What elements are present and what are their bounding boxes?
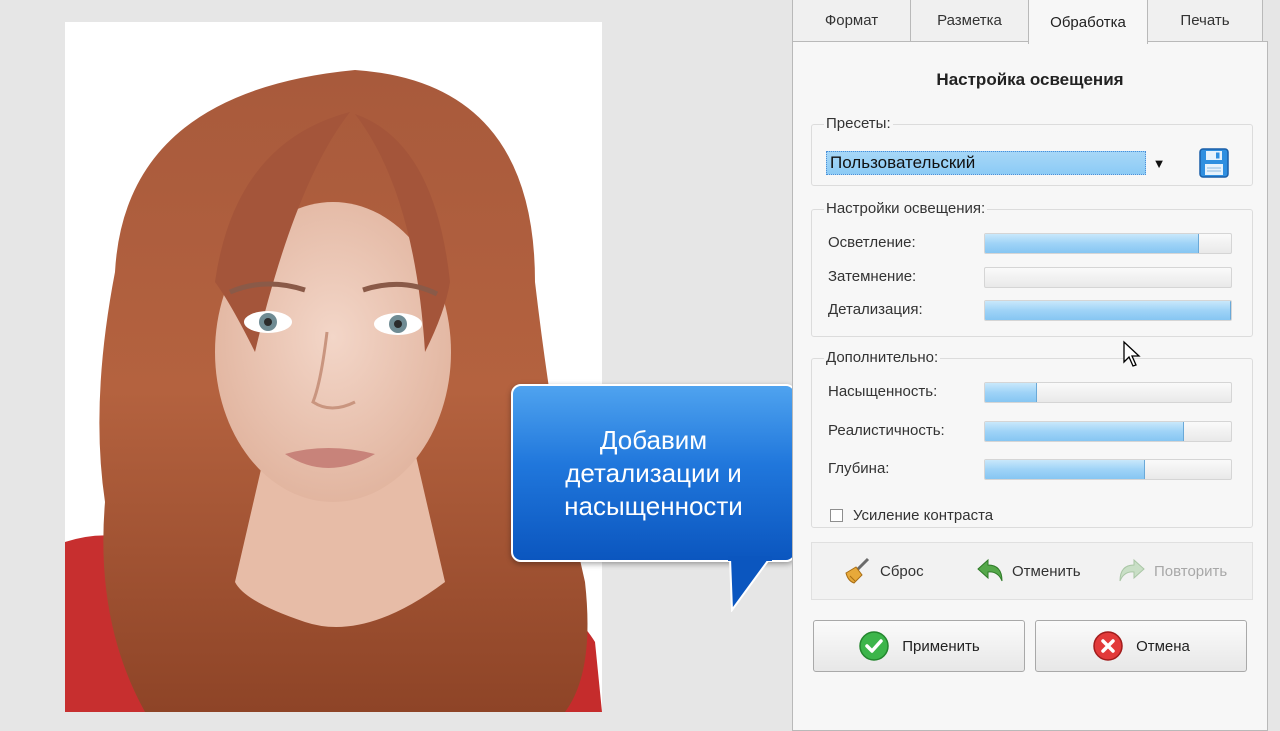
- tab-label: Формат: [824, 12, 879, 29]
- slider-track[interactable]: [984, 267, 1232, 288]
- slider-track[interactable]: [984, 300, 1232, 321]
- tip-callout: Добавим детализации и насыщенности: [511, 384, 796, 562]
- slider-label: Затемнение:: [828, 268, 917, 285]
- mouse-cursor-icon: [1123, 340, 1141, 367]
- tab-bar: Формат Разметка Обработка Печать: [792, 0, 1280, 44]
- slider-track[interactable]: [984, 421, 1232, 442]
- undo-button[interactable]: Отменить: [974, 557, 1081, 585]
- tab-print[interactable]: Печать: [1147, 0, 1263, 42]
- slider-track[interactable]: [984, 459, 1232, 480]
- tab-label: Обработка: [1050, 13, 1126, 31]
- close-icon: [1093, 631, 1123, 661]
- slider-fill: [985, 460, 1145, 479]
- slider-label: Детализация:: [828, 301, 923, 318]
- slider-label: Реалистичность:: [828, 422, 945, 439]
- slider-track[interactable]: [984, 233, 1232, 254]
- callout-tail: [728, 556, 772, 612]
- history-toolbar: Сброс Отменить Повторить: [811, 542, 1253, 600]
- contrast-boost-option[interactable]: Усиление контраста: [830, 507, 993, 524]
- preset-selected-value: Пользовательский: [826, 151, 1146, 175]
- extra-settings-label: Дополнительно:: [824, 349, 941, 366]
- chevron-down-icon[interactable]: ▼: [1146, 156, 1172, 171]
- redo-button[interactable]: Повторить: [1116, 557, 1227, 585]
- slider-fill: [985, 234, 1200, 253]
- reset-button[interactable]: Сброс: [842, 557, 924, 585]
- preset-dropdown[interactable]: Пользовательский ▼: [826, 149, 1174, 177]
- slider-label: Осветление:: [828, 234, 916, 251]
- cancel-label: Отмена: [1136, 637, 1190, 655]
- tab-processing[interactable]: Обработка: [1028, 0, 1148, 44]
- apply-button[interactable]: Применить: [813, 620, 1025, 672]
- slider-brighten[interactable]: Осветление:: [828, 232, 1252, 256]
- cancel-button[interactable]: Отмена: [1035, 620, 1247, 672]
- slider-detail[interactable]: Детализация:: [828, 299, 1252, 323]
- presets-group: Пресеты: Пользовательский ▼: [811, 115, 1253, 186]
- lighting-settings-group: Настройки освещения: Осветление: Затемне…: [811, 200, 1253, 337]
- tab-label: Разметка: [937, 12, 1002, 29]
- redo-label: Повторить: [1154, 562, 1228, 580]
- slider-track[interactable]: [984, 382, 1232, 403]
- slider-realism[interactable]: Реалистичность:: [828, 420, 1252, 444]
- slider-fill: [985, 383, 1037, 402]
- slider-fill: [985, 301, 1231, 320]
- slider-fill: [985, 422, 1185, 441]
- slider-label: Глубина:: [828, 460, 890, 477]
- undo-label: Отменить: [1012, 562, 1081, 580]
- slider-label: Насыщенность:: [828, 383, 938, 400]
- tab-format[interactable]: Формат: [792, 0, 911, 42]
- tab-label: Печать: [1180, 12, 1230, 29]
- apply-label: Применить: [902, 637, 980, 655]
- presets-label: Пресеты:: [824, 115, 893, 132]
- broom-icon: [845, 557, 870, 584]
- redo-arrow-icon: [1119, 558, 1145, 582]
- tab-markup[interactable]: Разметка: [910, 0, 1029, 42]
- panel-title: Настройка освещения: [936, 70, 1124, 89]
- lighting-settings-label: Настройки освещения:: [824, 200, 988, 217]
- reset-label: Сброс: [880, 562, 924, 580]
- save-icon[interactable]: [1198, 147, 1230, 179]
- contrast-boost-checkbox[interactable]: [830, 509, 843, 522]
- slider-depth[interactable]: Глубина:: [828, 458, 1252, 482]
- checkmark-icon: [859, 631, 889, 661]
- extra-settings-group: Дополнительно: Насыщенность: Реалистично…: [811, 349, 1253, 528]
- contrast-boost-label: Усиление контраста: [853, 507, 994, 524]
- slider-saturation[interactable]: Насыщенность:: [828, 381, 1252, 405]
- slider-darken[interactable]: Затемнение:: [828, 266, 1252, 290]
- photo-preview[interactable]: [65, 22, 602, 712]
- lighting-panel: Настройка освещения Пресеты: Пользовател…: [792, 41, 1268, 731]
- tip-callout-text: Добавим детализации и насыщенности: [564, 424, 743, 521]
- undo-arrow-icon: [977, 558, 1003, 582]
- portrait-photo: [65, 70, 602, 712]
